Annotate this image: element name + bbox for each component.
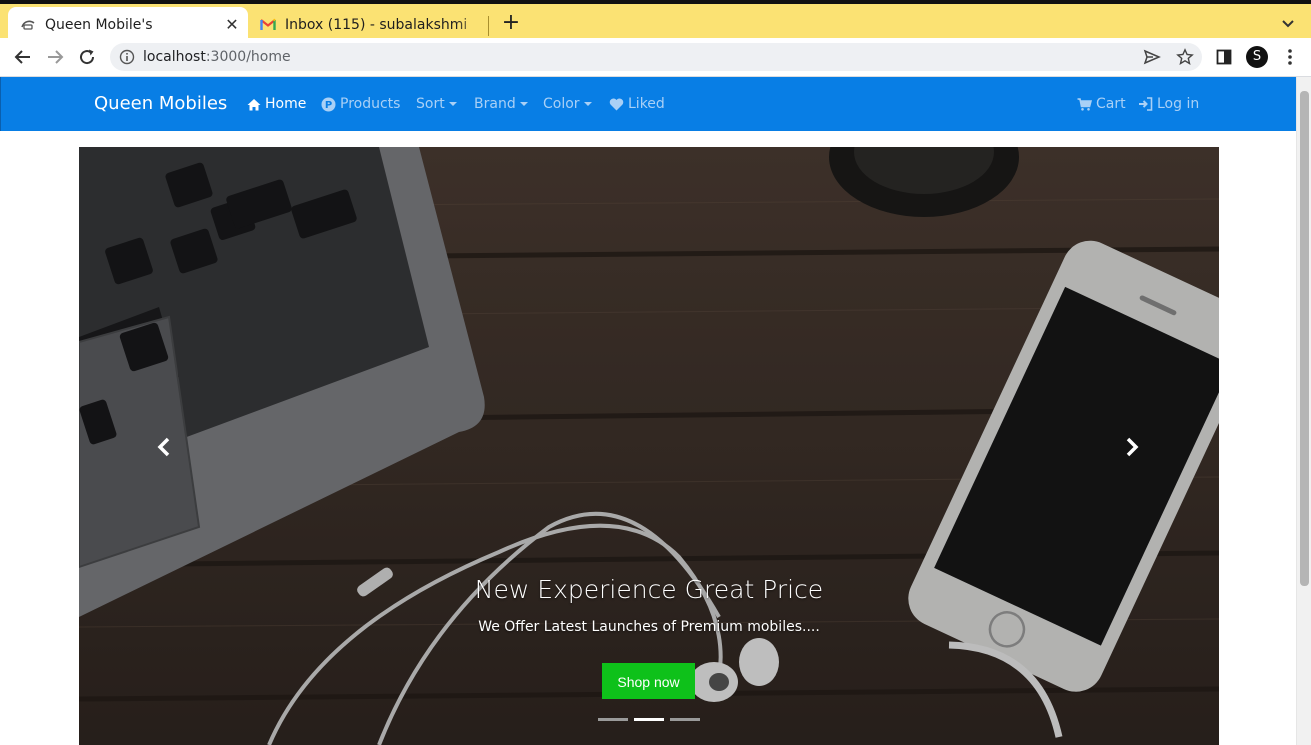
site-info-icon[interactable]: [119, 49, 135, 65]
nav-cart[interactable]: Cart: [1077, 77, 1126, 131]
tab-title: Queen Mobile's: [45, 16, 153, 33]
carousel-caption-subtitle: We Offer Latest Launches of Premium mobi…: [478, 619, 820, 635]
chevron-left-icon: [157, 437, 170, 457]
caret-down-icon: [519, 102, 528, 106]
send-tab-icon[interactable]: [1143, 48, 1161, 66]
forward-button[interactable]: [44, 46, 66, 68]
phone-favicon-icon: [20, 17, 36, 33]
nav-liked[interactable]: Liked: [609, 77, 665, 131]
nav-products-label: Products: [340, 96, 401, 112]
url-path: :3000/home: [205, 49, 291, 65]
hero-carousel: New Experience Great Price We Offer Late…: [79, 147, 1219, 745]
tab-gmail-inbox[interactable]: Inbox (115) - subalakshmi: [250, 7, 486, 42]
new-tab-button[interactable]: +: [500, 12, 522, 35]
side-panel-button[interactable]: [1214, 47, 1234, 67]
bookmark-star-icon[interactable]: [1176, 48, 1194, 66]
forward-arrow-icon: [48, 50, 64, 64]
nav-login[interactable]: Log in: [1138, 77, 1199, 131]
profile-avatar[interactable]: S: [1246, 46, 1268, 68]
shop-now-button[interactable]: Shop now: [602, 663, 695, 699]
caret-down-icon: [448, 102, 457, 106]
back-button[interactable]: [12, 46, 34, 68]
close-tab-icon[interactable]: ✕: [222, 15, 242, 35]
address-bar[interactable]: localhost:3000/home: [110, 43, 1202, 71]
url-host: localhost: [143, 49, 206, 65]
cart-icon: [1077, 97, 1092, 111]
page-viewport: Queen Mobiles Home P Products Sort Brand…: [0, 77, 1311, 745]
carousel-caption-title: New Experience Great Price: [474, 575, 824, 604]
browser-menu-button[interactable]: [1280, 47, 1300, 67]
nav-brand-dropdown[interactable]: Brand: [474, 77, 528, 131]
tab-strip: Queen Mobile's ✕ Inbox (115) - subalaksh…: [0, 0, 1311, 42]
nav-home-label: Home: [265, 96, 307, 112]
nav-sort-label: Sort: [416, 96, 445, 112]
login-icon: [1138, 97, 1153, 111]
tab-queen-mobiles[interactable]: Queen Mobile's ✕: [8, 7, 248, 42]
caret-down-icon: [583, 102, 592, 106]
tab-title: Inbox (115) - subalakshmi: [285, 16, 468, 33]
carousel-indicator-2[interactable]: [634, 718, 664, 721]
gmail-icon: [260, 17, 276, 33]
tab-search-chevron-icon[interactable]: [1279, 14, 1297, 32]
brand-link[interactable]: Queen Mobiles: [94, 77, 227, 131]
browser-toolbar: localhost:3000/home: [0, 38, 1311, 77]
nav-color-label: Color: [543, 96, 580, 112]
kebab-menu-icon: [1288, 49, 1292, 65]
side-panel-icon: [1216, 49, 1232, 65]
nav-brand-label: Brand: [474, 96, 516, 112]
p-circle-icon: P: [321, 97, 336, 112]
carousel-prev-button[interactable]: [153, 435, 175, 459]
slide-overlay: [79, 147, 1219, 745]
reload-button[interactable]: [76, 46, 98, 68]
back-arrow-icon: [14, 50, 30, 64]
home-icon: [247, 98, 261, 111]
nav-home[interactable]: Home: [247, 77, 306, 131]
nav-color-dropdown[interactable]: Color: [543, 77, 592, 131]
carousel-indicator-1[interactable]: [598, 718, 628, 721]
nav-login-label: Log in: [1157, 96, 1200, 112]
carousel-indicator-3[interactable]: [670, 718, 700, 721]
page-scrollbar[interactable]: [1296, 77, 1311, 745]
svg-text:P: P: [325, 100, 332, 111]
tab-separator: [488, 16, 489, 36]
nav-sort-dropdown[interactable]: Sort: [416, 77, 457, 131]
site-navbar: Queen Mobiles Home P Products Sort Brand…: [0, 77, 1296, 131]
heart-icon: [609, 98, 624, 111]
url-text: localhost:3000/home: [143, 43, 291, 71]
chevron-right-icon: [1126, 437, 1139, 457]
scrollbar-thumb[interactable]: [1300, 91, 1309, 586]
browser-chrome: Queen Mobile's ✕ Inbox (115) - subalaksh…: [0, 0, 1311, 77]
nav-liked-label: Liked: [628, 96, 665, 112]
nav-cart-label: Cart: [1096, 96, 1126, 112]
reload-icon: [80, 49, 95, 65]
carousel-next-button[interactable]: [1121, 435, 1143, 459]
nav-products[interactable]: P Products: [321, 77, 400, 131]
